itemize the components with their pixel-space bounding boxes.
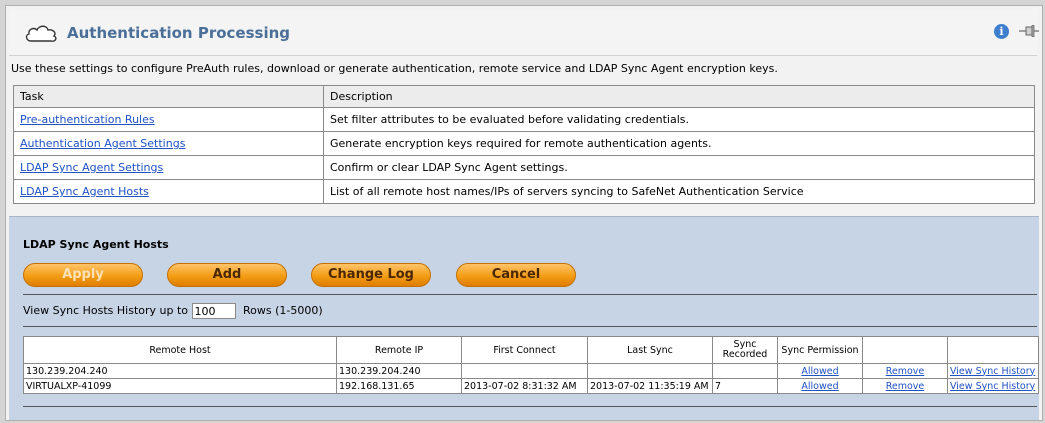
history-row: View Sync Hosts History up to Rows (1-50…	[23, 303, 323, 319]
table-row: LDAP Sync Agent Hosts List of all remote…	[13, 179, 1035, 204]
column-header: Remote Host	[23, 336, 337, 364]
column-header	[947, 336, 1039, 364]
column-header: Last Sync	[587, 336, 713, 364]
remove-link[interactable]: Remove	[886, 381, 925, 392]
info-icon[interactable]: i	[994, 24, 1009, 39]
remote-ip: 130.239.204.240	[336, 363, 462, 379]
first-connect: 2013-07-02 8:31:32 AM	[461, 378, 588, 394]
tasks-table: Task Description Pre-authentication Rule…	[13, 85, 1035, 204]
column-header: Description	[323, 85, 1035, 108]
task-link-preauth-rules[interactable]: Pre-authentication Rules	[20, 113, 155, 126]
remove-link[interactable]: Remove	[886, 366, 925, 377]
table-row: Authentication Agent Settings Generate e…	[13, 131, 1035, 156]
sync-permission-link[interactable]: Allowed	[801, 381, 838, 392]
task-link-auth-agent-settings[interactable]: Authentication Agent Settings	[20, 137, 185, 150]
last-sync	[587, 363, 713, 379]
apply-button[interactable]: Apply	[23, 263, 143, 287]
history-suffix: Rows (1-5000)	[243, 304, 323, 317]
task-link-ldap-sync-agent-settings[interactable]: LDAP Sync Agent Settings	[20, 161, 163, 174]
task-description: Set filter attributes to be evaluated be…	[323, 107, 1035, 132]
main-frame: Authentication Processing i Use these se…	[5, 5, 1043, 421]
sync-permission-link[interactable]: Allowed	[801, 366, 838, 377]
sync-recorded	[712, 363, 778, 379]
task-description: Generate encryption keys required for re…	[323, 131, 1035, 156]
task-link-ldap-sync-agent-hosts[interactable]: LDAP Sync Agent Hosts	[20, 185, 149, 198]
remote-host: VIRTUALXP-41099	[23, 378, 337, 394]
view-sync-history-link[interactable]: View Sync History	[950, 381, 1035, 392]
cloud-icon	[25, 25, 57, 42]
sync-recorded: 7	[712, 378, 778, 394]
column-header: Task	[13, 85, 324, 108]
task-description: Confirm or clear LDAP Sync Agent setting…	[323, 155, 1035, 180]
change-log-button[interactable]: Change Log	[311, 263, 431, 287]
remote-ip: 192.168.131.65	[336, 378, 462, 394]
last-sync: 2013-07-02 11:35:19 AM	[587, 378, 713, 394]
column-header: Remote IP	[336, 336, 462, 364]
column-header	[862, 336, 948, 364]
history-prefix: View Sync Hosts History up to	[23, 304, 189, 317]
table-row: VIRTUALXP-41099 192.168.131.65 2013-07-0…	[23, 378, 1039, 394]
page-header: Authentication Processing i	[9, 9, 1039, 56]
remote-host: 130.239.204.240	[23, 363, 337, 379]
first-connect	[461, 363, 588, 379]
ldap-hosts-panel: LDAP Sync Agent Hosts Apply Add Change L…	[9, 216, 1039, 420]
add-button[interactable]: Add	[167, 263, 287, 287]
history-rows-input[interactable]	[191, 303, 236, 319]
task-description: List of all remote host names/IPs of ser…	[323, 179, 1035, 204]
panel-title: LDAP Sync Agent Hosts	[23, 238, 169, 251]
divider	[23, 406, 1037, 407]
pin-icon[interactable]	[1019, 25, 1039, 37]
column-header: Sync Recorded	[712, 336, 778, 364]
column-header: Sync Permission	[777, 336, 863, 364]
column-header: First Connect	[461, 336, 588, 364]
page-title: Authentication Processing	[67, 24, 291, 42]
view-sync-history-link[interactable]: View Sync History	[950, 366, 1035, 377]
divider	[23, 326, 1037, 327]
cancel-button[interactable]: Cancel	[456, 263, 576, 287]
table-row: LDAP Sync Agent Settings Confirm or clea…	[13, 155, 1035, 180]
divider	[23, 294, 1037, 295]
table-row: 130.239.204.240 130.239.204.240 Allowed …	[23, 363, 1039, 379]
intro-text: Use these settings to configure PreAuth …	[11, 62, 778, 75]
hosts-table: Remote Host Remote IP First Connect Last…	[23, 336, 1039, 394]
table-row: Pre-authentication Rules Set filter attr…	[13, 107, 1035, 132]
